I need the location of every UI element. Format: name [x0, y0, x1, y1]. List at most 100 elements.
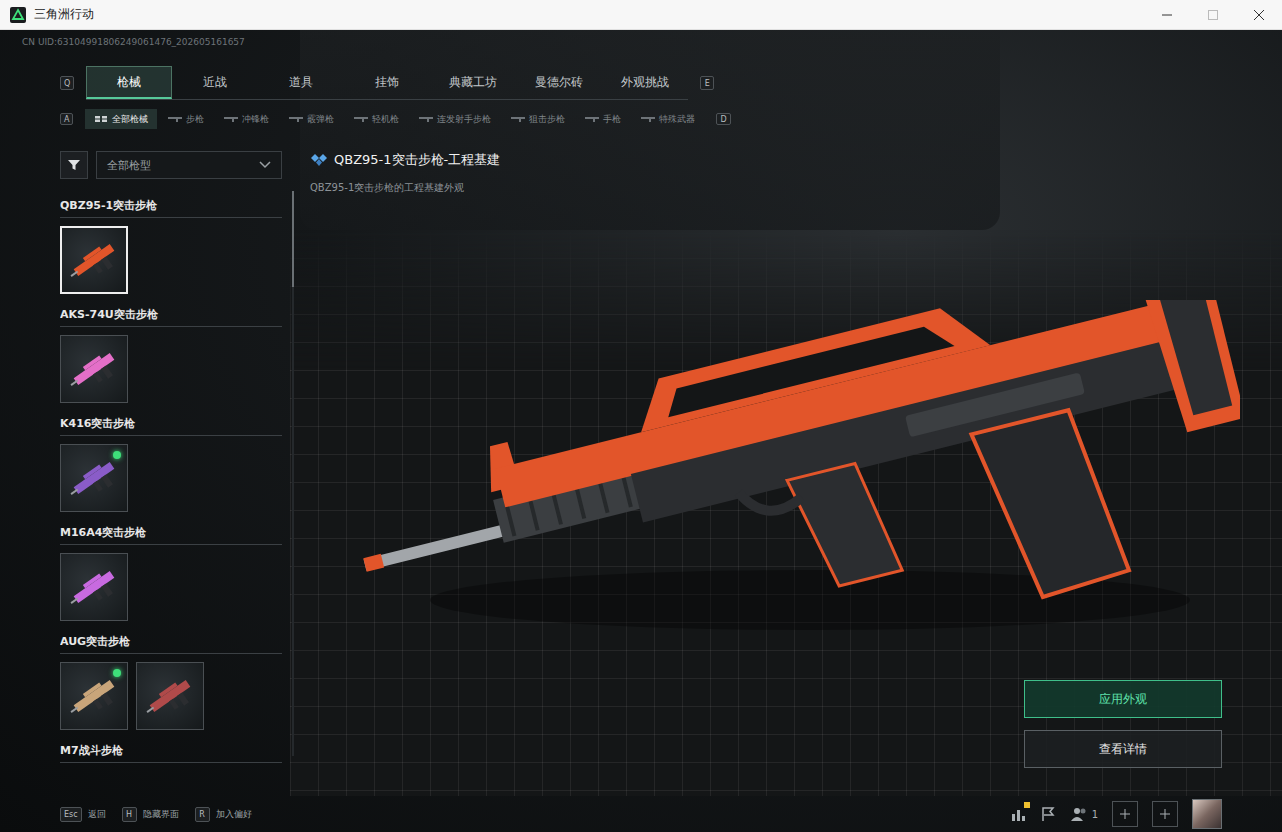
skin-preview-icon — [66, 232, 122, 288]
flag-button[interactable] — [1040, 806, 1056, 822]
main-tab[interactable]: 道具 — [258, 66, 344, 99]
skin-card[interactable] — [136, 662, 204, 730]
gun-icon — [289, 115, 303, 123]
filter-icon — [67, 158, 81, 172]
weapon-type-dropdown[interactable]: 全部枪型 — [96, 151, 282, 179]
skin-card[interactable] — [60, 444, 128, 512]
sub-tabs: 全部枪械步枪冲锋枪霰弹枪轻机枪连发射手步枪狙击步枪手枪特殊武器 — [85, 109, 704, 129]
key-hint[interactable]: Esc返回 — [60, 807, 106, 822]
weapon-list: QBZ95-1突击步枪 AKS-74U突击步枪 K416突击步枪 M16A4突击步枪 A… — [60, 199, 282, 764]
main-tab[interactable]: 外观挑战 — [602, 66, 688, 99]
skin-preview-icon — [66, 341, 122, 397]
next-subtab-key[interactable]: D — [716, 113, 730, 125]
weapon-group: AUG突击步枪 — [60, 635, 282, 730]
main-tabs: 枪械近战道具挂饰典藏工坊曼德尔砖外观挑战 — [86, 66, 688, 100]
sub-tab[interactable]: 冲锋枪 — [215, 109, 278, 129]
skin-card[interactable] — [60, 553, 128, 621]
maximize-icon — [1208, 10, 1218, 20]
sub-tab[interactable]: 连发射手步枪 — [410, 109, 500, 129]
main-tab[interactable]: 枪械 — [86, 66, 172, 99]
weapon-name: AKS-74U突击步枪 — [60, 308, 282, 327]
main-tab[interactable]: 近战 — [172, 66, 258, 99]
player-avatar[interactable] — [1192, 799, 1222, 829]
weapon-name: M16A4突击步枪 — [60, 526, 282, 545]
invite-slot[interactable] — [1152, 801, 1178, 827]
gun-icon — [224, 115, 238, 123]
weapon-name: M7战斗步枪 — [60, 744, 282, 763]
weapon-model[interactable] — [350, 300, 1240, 660]
weapon-group: QBZ95-1突击步枪 — [60, 199, 282, 294]
sub-tab[interactable]: 霰弹枪 — [280, 109, 343, 129]
minimize-button[interactable] — [1144, 0, 1190, 30]
skin-preview-icon — [66, 450, 122, 506]
key-hints: Esc返回 H隐藏界面 R加入偏好 — [60, 807, 252, 822]
weapon-group: K416突击步枪 — [60, 417, 282, 512]
app-window: 三角洲行动CN UID:63104991806249061476_2026051… — [0, 0, 1282, 832]
gun-icon — [511, 115, 525, 123]
all-weapons-icon — [94, 115, 108, 123]
skin-card[interactable] — [60, 226, 128, 294]
sub-nav: A 全部枪械步枪冲锋枪霰弹枪轻机枪连发射手步枪狙击步枪手枪特殊武器 D — [60, 109, 1282, 129]
chevron-down-icon — [259, 161, 271, 169]
stats-button[interactable] — [1010, 806, 1026, 822]
skin-description: QBZ95-1突击步枪的工程基建外观 — [310, 181, 1222, 195]
prev-tab-key[interactable]: Q — [60, 76, 74, 90]
invite-slot[interactable] — [1112, 801, 1138, 827]
plus-icon — [1120, 809, 1130, 819]
toolbar: 1 — [1010, 799, 1222, 829]
detail-area: QBZ95-1突击步枪-工程基建 QBZ95-1突击步枪的工程基建外观应用外观查看… — [296, 151, 1282, 796]
game-logo-icon — [10, 7, 26, 23]
key-cap: Esc — [60, 807, 82, 822]
scrollbar[interactable] — [292, 191, 294, 756]
weapon-group: AKS-74U突击步枪 — [60, 308, 282, 403]
main-tab[interactable]: 曼德尔砖 — [516, 66, 602, 99]
close-button[interactable] — [1236, 0, 1282, 30]
sub-tab[interactable]: 手枪 — [576, 109, 630, 129]
flag-icon — [1040, 806, 1056, 822]
skin-preview-icon — [66, 559, 122, 615]
next-tab-key[interactable]: E — [700, 76, 714, 90]
plus-icon — [1160, 809, 1170, 819]
prev-subtab-key[interactable]: A — [60, 113, 73, 125]
key-hint[interactable]: H隐藏界面 — [122, 807, 179, 822]
weapon-case — [300, 30, 1000, 230]
key-hint[interactable]: R加入偏好 — [195, 807, 252, 822]
key-cap: R — [195, 807, 210, 822]
maximize-button[interactable] — [1190, 0, 1236, 30]
title-bar: 三角洲行动 — [0, 0, 1282, 30]
weapon-name: AUG突击步枪 — [60, 635, 282, 654]
main-tab[interactable]: 挂饰 — [344, 66, 430, 99]
window-title: 三角洲行动 — [34, 6, 1144, 23]
minimize-icon — [1162, 10, 1172, 20]
weapon-panel: 全部枪型 QBZ95-1突击步枪 AKS-74U突击步枪 K416突击步枪 M16A4突… — [60, 151, 296, 796]
key-cap: H — [122, 807, 137, 822]
gun-icon — [585, 115, 599, 123]
weapon-name: QBZ95-1突击步枪 — [60, 199, 282, 218]
gun-icon — [419, 115, 433, 123]
gun-icon — [168, 115, 182, 123]
sub-tab[interactable]: 特殊武器 — [632, 109, 704, 129]
gun-icon — [641, 115, 655, 123]
skin-title: QBZ95-1突击步枪-工程基建 — [310, 151, 1222, 169]
party-button[interactable]: 1 — [1070, 806, 1098, 822]
main-tab[interactable]: 典藏工坊 — [430, 66, 516, 99]
close-icon — [1254, 10, 1264, 20]
sub-tab[interactable]: 全部枪械 — [85, 109, 157, 129]
filter-row: 全部枪型 — [60, 151, 282, 179]
equipped-dot — [113, 451, 121, 459]
apply-button[interactable]: 应用外观 — [1024, 680, 1222, 718]
equipped-dot — [113, 669, 121, 677]
people-icon — [1070, 806, 1088, 822]
sub-tab[interactable]: 轻机枪 — [345, 109, 408, 129]
gun-icon — [354, 115, 368, 123]
filter-button[interactable] — [60, 151, 88, 179]
footer-bar: Esc返回 H隐藏界面 R加入偏好 1 — [0, 796, 1282, 832]
weapon-group: M16A4突击步枪 — [60, 526, 282, 621]
sub-tab[interactable]: 步枪 — [159, 109, 213, 129]
skin-card[interactable] — [60, 335, 128, 403]
sub-tab[interactable]: 狙击步枪 — [502, 109, 574, 129]
details-button[interactable]: 查看详情 — [1024, 730, 1222, 768]
scroll-thumb[interactable] — [292, 191, 294, 287]
alert-badge — [1024, 802, 1030, 808]
skin-card[interactable] — [60, 662, 128, 730]
